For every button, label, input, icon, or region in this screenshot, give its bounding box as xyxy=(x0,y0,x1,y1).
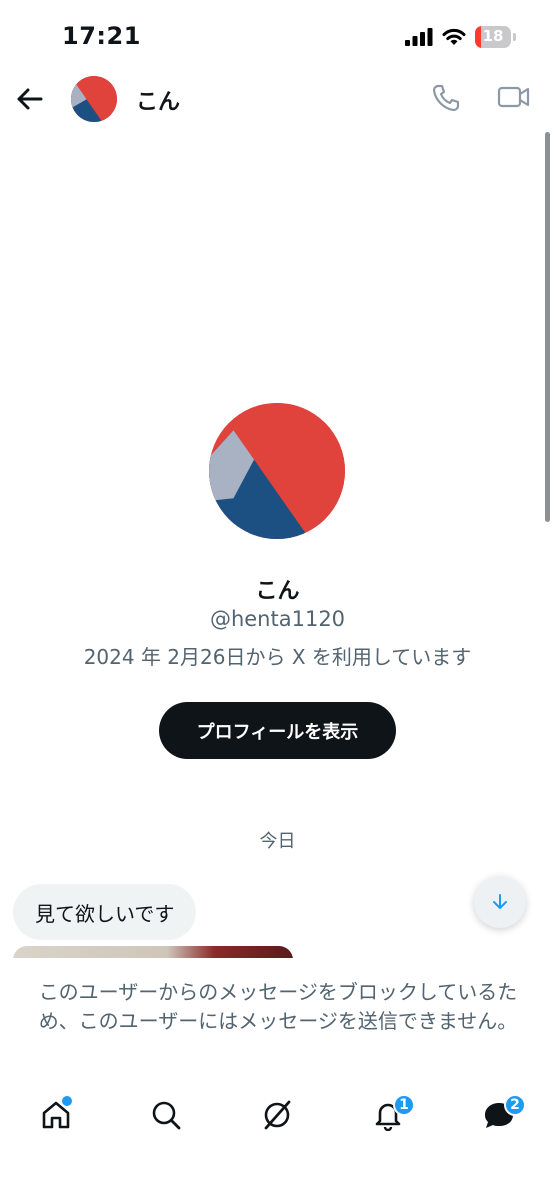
search-icon xyxy=(152,1101,181,1130)
nav-notifications[interactable]: 1 xyxy=(363,1085,415,1145)
join-date: 2024 年 2月26日から X を利用しています xyxy=(83,645,472,669)
profile-name: こん xyxy=(255,579,300,604)
date-separator: 今日 xyxy=(259,831,296,852)
battery-icon: 18 xyxy=(475,26,511,48)
view-profile-button[interactable]: プロフィールを表示 xyxy=(159,702,396,759)
arrow-left-icon xyxy=(17,88,43,110)
wifi-icon xyxy=(442,28,466,45)
notification-dot xyxy=(60,1094,74,1108)
status-time: 17:21 xyxy=(62,22,141,50)
avatar-image xyxy=(209,403,345,539)
header-title: こん xyxy=(136,90,181,115)
battery-level: 18 xyxy=(482,27,504,45)
nav-search[interactable] xyxy=(141,1085,191,1145)
messages-badge: 2 xyxy=(504,1094,526,1116)
message-bubble[interactable]: 見て欲しいです xyxy=(13,884,197,940)
notifications-badge: 1 xyxy=(393,1094,415,1116)
nav-messages[interactable]: 2 xyxy=(474,1085,526,1145)
profile-handle: @henta1120 xyxy=(209,607,346,631)
scroll-to-bottom-button[interactable] xyxy=(474,876,526,928)
arrow-down-icon xyxy=(493,894,507,909)
back-button[interactable] xyxy=(12,82,46,116)
scrollbar[interactable] xyxy=(545,132,550,522)
battery-tip xyxy=(513,33,516,41)
header-avatar[interactable] xyxy=(71,76,117,122)
bottom-nav: 1 2 xyxy=(0,1085,555,1147)
call-button[interactable] xyxy=(430,82,464,116)
status-indicators: 18 xyxy=(405,24,516,50)
video-icon xyxy=(497,86,530,108)
blocked-notice: このユーザーからのメッセージをブロックしているため、このユーザーにはメッセージを… xyxy=(38,980,518,1033)
phone-icon xyxy=(432,84,460,112)
profile-avatar[interactable] xyxy=(209,403,345,539)
grok-icon xyxy=(264,1100,291,1130)
nav-home[interactable] xyxy=(31,1085,81,1145)
video-call-button[interactable] xyxy=(497,82,533,116)
nav-grok[interactable] xyxy=(252,1085,302,1145)
avatar-image xyxy=(71,76,117,122)
signal-icon xyxy=(405,28,433,46)
